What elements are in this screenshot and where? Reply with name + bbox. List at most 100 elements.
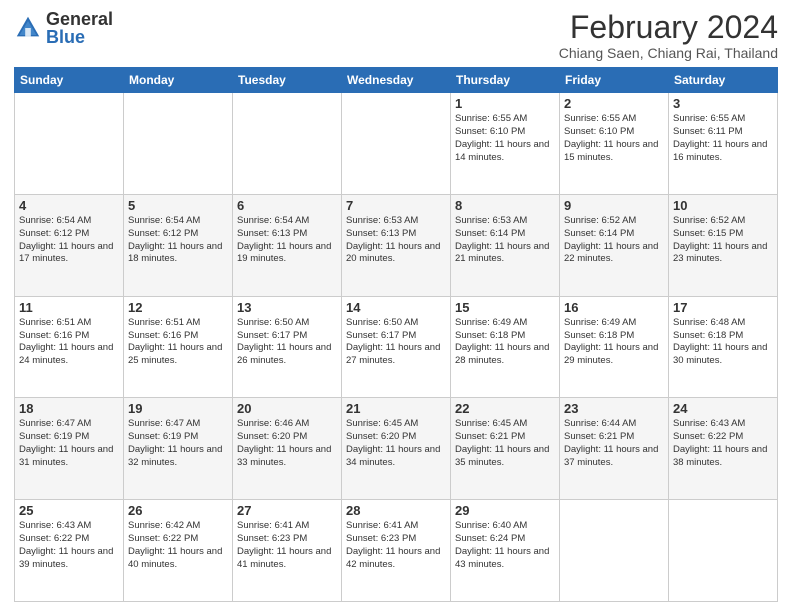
cell-day-number: 4 xyxy=(19,198,119,213)
table-row: 13Sunrise: 6:50 AMSunset: 6:17 PMDayligh… xyxy=(233,296,342,398)
table-row: 3 Sunrise: 6:55 AMSunset: 6:11 PMDaylight… xyxy=(669,93,778,195)
logo: General Blue xyxy=(14,10,113,46)
cell-info: Sunrise: 6:44 AMSunset: 6:21 PMDaylight:… xyxy=(564,418,664,469)
calendar-week-row: 1 Sunrise: 6:55 AMSunset: 6:10 PMDaylight… xyxy=(15,93,778,195)
cell-info: Sunrise: 6:48 AMSunset: 6:18 PMDaylight:… xyxy=(673,317,773,368)
table-row: 17 Sunrise: 6:48 AMSunset: 6:18 PMDayligh… xyxy=(669,296,778,398)
col-tuesday: Tuesday xyxy=(233,68,342,93)
header: General Blue February 2024 Chiang Saen, … xyxy=(14,10,778,61)
logo-text: General Blue xyxy=(46,10,113,46)
table-row: 5 Sunrise: 6:54 AMSunset: 6:12 PMDaylight… xyxy=(124,194,233,296)
table-row: 24 Sunrise: 6:43 AMSunset: 6:22 PMDayligh… xyxy=(669,398,778,500)
cell-day-number: 7 xyxy=(346,198,446,213)
table-row: 1 Sunrise: 6:55 AMSunset: 6:10 PMDaylight… xyxy=(451,93,560,195)
table-row: 9 Sunrise: 6:52 AMSunset: 6:14 PMDaylight… xyxy=(560,194,669,296)
col-wednesday: Wednesday xyxy=(342,68,451,93)
table-row: 25 Sunrise: 6:43 AMSunset: 6:22 PMDayligh… xyxy=(15,500,124,602)
cell-day-number: 28 xyxy=(346,503,446,518)
cell-info: Sunrise: 6:47 AMSunset: 6:19 PMDaylight:… xyxy=(19,418,119,469)
col-monday: Monday xyxy=(124,68,233,93)
cell-info: Sunrise: 6:55 AMSunset: 6:10 PMDaylight:… xyxy=(564,113,664,164)
calendar-week-row: 25 Sunrise: 6:43 AMSunset: 6:22 PMDayligh… xyxy=(15,500,778,602)
col-thursday: Thursday xyxy=(451,68,560,93)
cell-day-number: 3 xyxy=(673,96,773,111)
table-row: 23 Sunrise: 6:44 AMSunset: 6:21 PMDayligh… xyxy=(560,398,669,500)
cell-info: Sunrise: 6:41 AMSunset: 6:23 PMDaylight:… xyxy=(237,520,337,571)
cell-info: Sunrise: 6:41 AMSunset: 6:23 PMDaylight:… xyxy=(346,520,446,571)
cell-day-number: 21 xyxy=(346,401,446,416)
cell-day-number: 2 xyxy=(564,96,664,111)
cell-day-number: 16 xyxy=(564,300,664,315)
table-row: 4Sunrise: 6:54 AMSunset: 6:12 PMDaylight… xyxy=(15,194,124,296)
cell-info: Sunrise: 6:47 AMSunset: 6:19 PMDaylight:… xyxy=(128,418,228,469)
cell-info: Sunrise: 6:53 AMSunset: 6:13 PMDaylight:… xyxy=(346,215,446,266)
table-row: 19 Sunrise: 6:47 AMSunset: 6:19 PMDayligh… xyxy=(124,398,233,500)
cell-info: Sunrise: 6:45 AMSunset: 6:20 PMDaylight:… xyxy=(346,418,446,469)
table-row: 11Sunrise: 6:51 AMSunset: 6:16 PMDayligh… xyxy=(15,296,124,398)
cell-day-number: 26 xyxy=(128,503,228,518)
cell-info: Sunrise: 6:51 AMSunset: 6:16 PMDaylight:… xyxy=(128,317,228,368)
cell-info: Sunrise: 6:46 AMSunset: 6:20 PMDaylight:… xyxy=(237,418,337,469)
cell-day-number: 24 xyxy=(673,401,773,416)
logo-icon xyxy=(14,14,42,42)
cell-info: Sunrise: 6:49 AMSunset: 6:18 PMDaylight:… xyxy=(564,317,664,368)
calendar-week-row: 11Sunrise: 6:51 AMSunset: 6:16 PMDayligh… xyxy=(15,296,778,398)
table-row: 7 Sunrise: 6:53 AMSunset: 6:13 PMDaylight… xyxy=(342,194,451,296)
col-friday: Friday xyxy=(560,68,669,93)
cell-info: Sunrise: 6:45 AMSunset: 6:21 PMDaylight:… xyxy=(455,418,555,469)
cell-day-number: 29 xyxy=(455,503,555,518)
table-row: 14 Sunrise: 6:50 AMSunset: 6:17 PMDayligh… xyxy=(342,296,451,398)
cell-day-number: 12 xyxy=(128,300,228,315)
cell-info: Sunrise: 6:42 AMSunset: 6:22 PMDaylight:… xyxy=(128,520,228,571)
table-row: 18Sunrise: 6:47 AMSunset: 6:19 PMDayligh… xyxy=(15,398,124,500)
table-row xyxy=(233,93,342,195)
table-row xyxy=(124,93,233,195)
cell-day-number: 10 xyxy=(673,198,773,213)
cell-info: Sunrise: 6:43 AMSunset: 6:22 PMDaylight:… xyxy=(19,520,119,571)
cell-info: Sunrise: 6:52 AMSunset: 6:15 PMDaylight:… xyxy=(673,215,773,266)
table-row: 2 Sunrise: 6:55 AMSunset: 6:10 PMDaylight… xyxy=(560,93,669,195)
calendar-header-row: Sunday Monday Tuesday Wednesday Thursday… xyxy=(15,68,778,93)
table-row: 27 Sunrise: 6:41 AMSunset: 6:23 PMDayligh… xyxy=(233,500,342,602)
subtitle: Chiang Saen, Chiang Rai, Thailand xyxy=(559,45,778,61)
cell-day-number: 5 xyxy=(128,198,228,213)
table-row: 15Sunrise: 6:49 AMSunset: 6:18 PMDayligh… xyxy=(451,296,560,398)
cell-day-number: 14 xyxy=(346,300,446,315)
cell-day-number: 17 xyxy=(673,300,773,315)
cell-info: Sunrise: 6:54 AMSunset: 6:12 PMDaylight:… xyxy=(128,215,228,266)
cell-info: Sunrise: 6:40 AMSunset: 6:24 PMDaylight:… xyxy=(455,520,555,571)
cell-info: Sunrise: 6:52 AMSunset: 6:14 PMDaylight:… xyxy=(564,215,664,266)
table-row: 20Sunrise: 6:46 AMSunset: 6:20 PMDayligh… xyxy=(233,398,342,500)
table-row: 6 Sunrise: 6:54 AMSunset: 6:13 PMDaylight… xyxy=(233,194,342,296)
cell-day-number: 15 xyxy=(455,300,555,315)
table-row: 8Sunrise: 6:53 AMSunset: 6:14 PMDaylight… xyxy=(451,194,560,296)
table-row xyxy=(560,500,669,602)
cell-day-number: 1 xyxy=(455,96,555,111)
cell-day-number: 13 xyxy=(237,300,337,315)
table-row: 21 Sunrise: 6:45 AMSunset: 6:20 PMDayligh… xyxy=(342,398,451,500)
cell-info: Sunrise: 6:50 AMSunset: 6:17 PMDaylight:… xyxy=(346,317,446,368)
cell-info: Sunrise: 6:54 AMSunset: 6:13 PMDaylight:… xyxy=(237,215,337,266)
cell-day-number: 9 xyxy=(564,198,664,213)
cell-day-number: 6 xyxy=(237,198,337,213)
cell-day-number: 23 xyxy=(564,401,664,416)
cell-info: Sunrise: 6:55 AMSunset: 6:11 PMDaylight:… xyxy=(673,113,773,164)
cell-info: Sunrise: 6:55 AMSunset: 6:10 PMDaylight:… xyxy=(455,113,555,164)
col-sunday: Sunday xyxy=(15,68,124,93)
page: General Blue February 2024 Chiang Saen, … xyxy=(0,0,792,612)
calendar-week-row: 4 Sunrise: 6:54 AMSunset: 6:12 PMDaylight… xyxy=(15,194,778,296)
cell-day-number: 19 xyxy=(128,401,228,416)
title-block: February 2024 Chiang Saen, Chiang Rai, T… xyxy=(559,10,778,61)
main-title: February 2024 xyxy=(559,10,778,45)
table-row: 28 Sunrise: 6:41 AMSunset: 6:23 PMDayligh… xyxy=(342,500,451,602)
table-row: 10 Sunrise: 6:52 AMSunset: 6:15 PMDayligh… xyxy=(669,194,778,296)
table-row: 22Sunrise: 6:45 AMSunset: 6:21 PMDayligh… xyxy=(451,398,560,500)
cell-info: Sunrise: 6:43 AMSunset: 6:22 PMDaylight:… xyxy=(673,418,773,469)
cell-day-number: 27 xyxy=(237,503,337,518)
calendar-table: Sunday Monday Tuesday Wednesday Thursday… xyxy=(14,67,778,602)
cell-day-number: 25 xyxy=(19,503,119,518)
table-row xyxy=(342,93,451,195)
logo-blue-label: Blue xyxy=(46,28,113,46)
cell-day-number: 8 xyxy=(455,198,555,213)
cell-info: Sunrise: 6:51 AMSunset: 6:16 PMDaylight:… xyxy=(19,317,119,368)
